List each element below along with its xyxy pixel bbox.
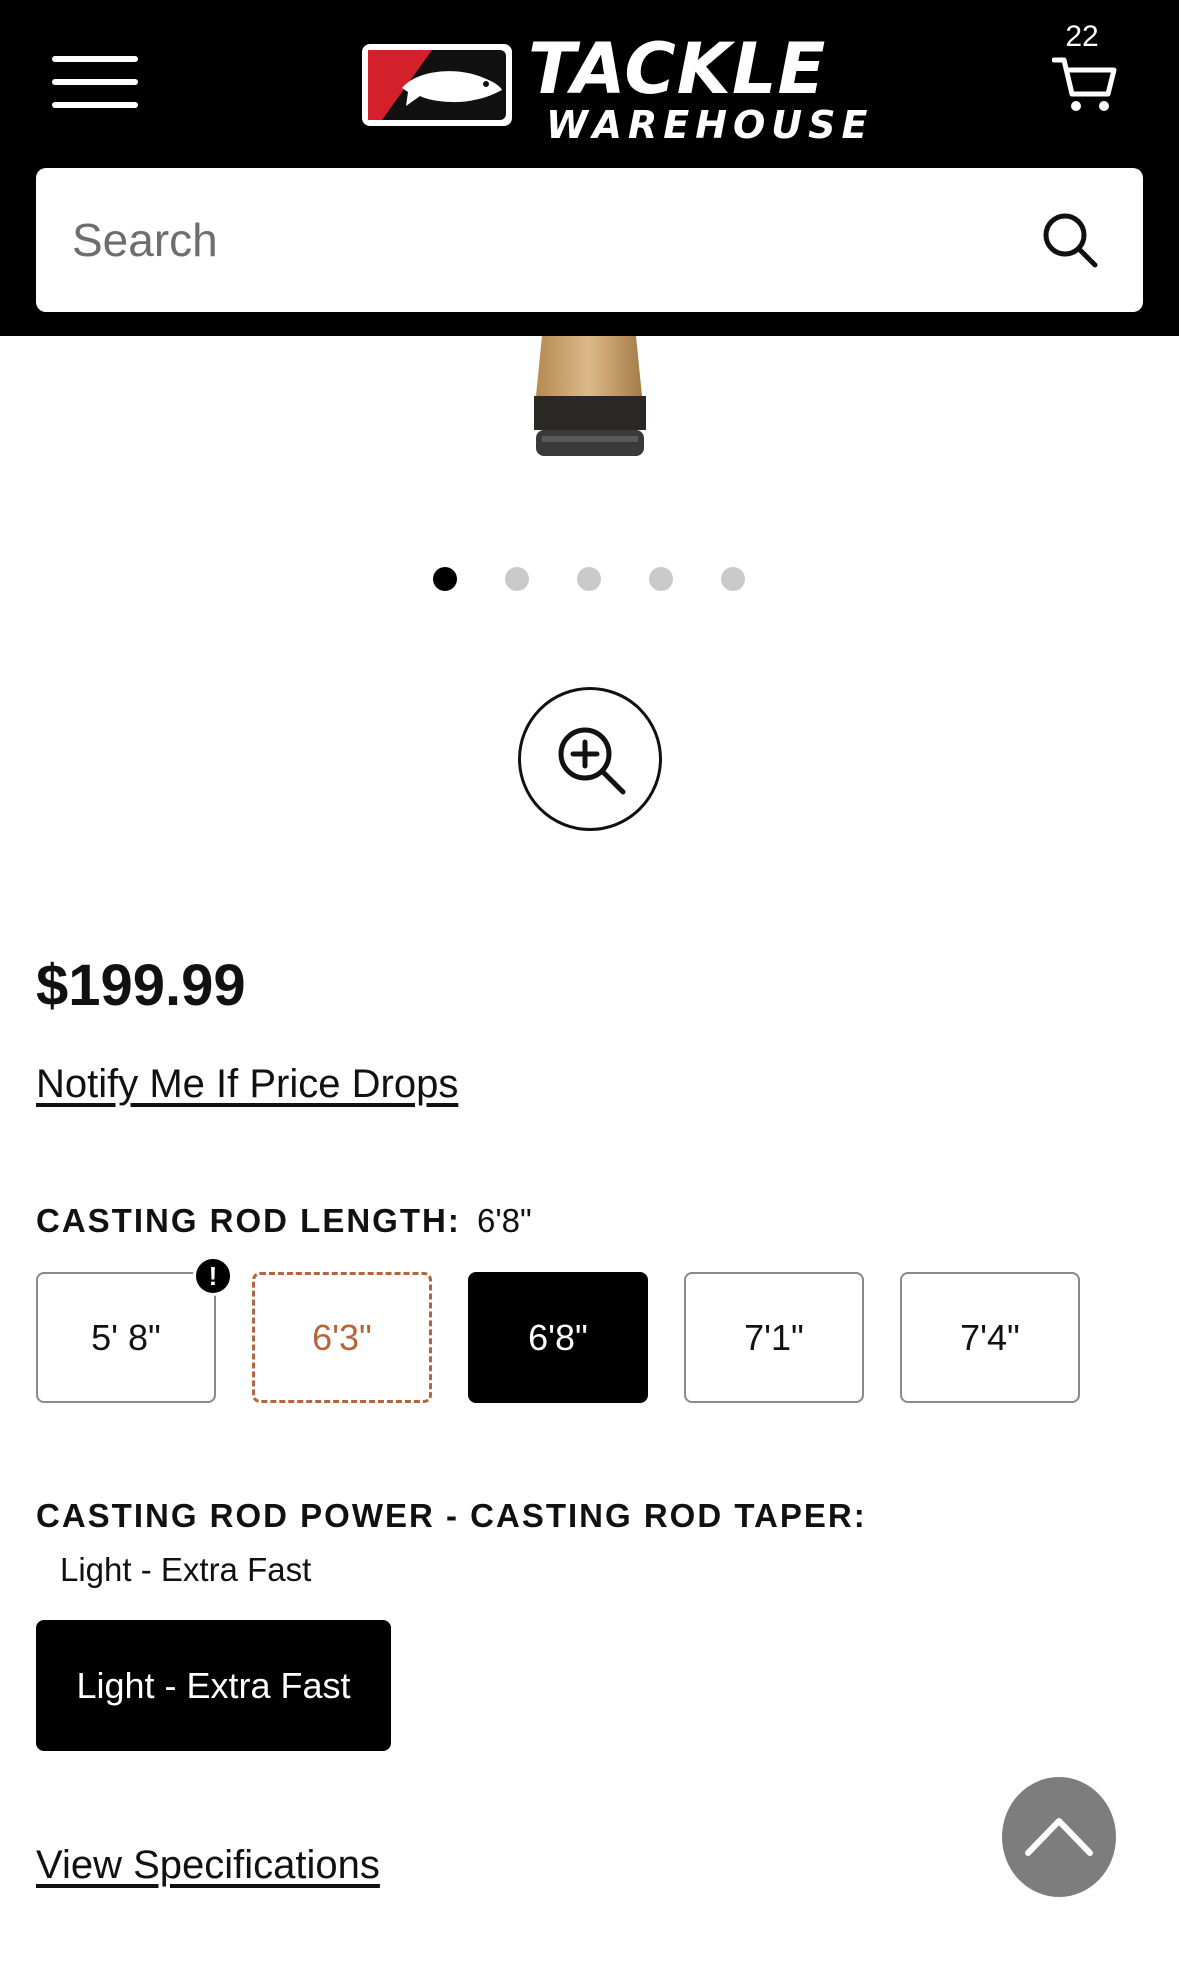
hamburger-menu-icon[interactable] xyxy=(52,52,138,112)
logo-line-1: TACKLE xyxy=(528,28,827,110)
zoom-button[interactable] xyxy=(518,687,662,831)
back-to-top-button[interactable] xyxy=(1002,1777,1116,1897)
carousel-dot-5[interactable] xyxy=(721,567,745,591)
image-carousel-dots xyxy=(433,567,753,591)
length-option-5-8[interactable]: 5' 8" xyxy=(36,1272,216,1403)
search-bar xyxy=(36,168,1143,312)
carousel-dot-3[interactable] xyxy=(577,567,601,591)
chevron-up-icon xyxy=(1025,1818,1093,1856)
length-option-7-4[interactable]: 7'4" xyxy=(900,1272,1080,1403)
carousel-dot-4[interactable] xyxy=(649,567,673,591)
warning-icon: ! xyxy=(193,1256,233,1296)
length-option-6-3[interactable]: 6'3" xyxy=(252,1272,432,1403)
length-option-7-1[interactable]: 7'1" xyxy=(684,1272,864,1403)
carousel-dot-2[interactable] xyxy=(505,567,529,591)
length-option-label: CASTING ROD LENGTH: xyxy=(36,1202,461,1239)
cart-button[interactable]: 22 xyxy=(1046,20,1126,120)
power-taper-option-label: CASTING ROD POWER - CASTING ROD TAPER: xyxy=(36,1497,867,1534)
view-specifications-link[interactable]: View Specifications xyxy=(36,1843,380,1888)
length-option-6-8[interactable]: 6'8" xyxy=(468,1272,648,1403)
search-input[interactable] xyxy=(72,168,1032,312)
cart-count-badge: 22 xyxy=(1065,20,1099,53)
notify-price-drop-link[interactable]: Notify Me If Price Drops xyxy=(36,1062,458,1107)
zoom-in-icon xyxy=(558,727,626,795)
length-selected-value: 6'8" xyxy=(477,1202,532,1239)
power-taper-option-light-extra-fast[interactable]: Light - Extra Fast xyxy=(36,1620,391,1751)
product-price: $199.99 xyxy=(36,953,246,1018)
search-icon[interactable] xyxy=(1040,210,1100,270)
bass-fish-logo-icon xyxy=(362,44,512,126)
product-image-rod-handle[interactable] xyxy=(530,336,650,464)
site-header: TACKLE WAREHOUSE 22 xyxy=(0,0,1179,336)
power-taper-selected-value: Light - Extra Fast xyxy=(60,1551,312,1588)
logo-line-2: WAREHOUSE xyxy=(546,103,874,147)
shopping-cart-icon xyxy=(1052,57,1117,111)
logo-wordmark: TACKLE WAREHOUSE xyxy=(528,34,873,144)
carousel-dot-1[interactable] xyxy=(433,567,457,591)
tackle-warehouse-logo[interactable]: TACKLE WAREHOUSE xyxy=(362,34,890,144)
